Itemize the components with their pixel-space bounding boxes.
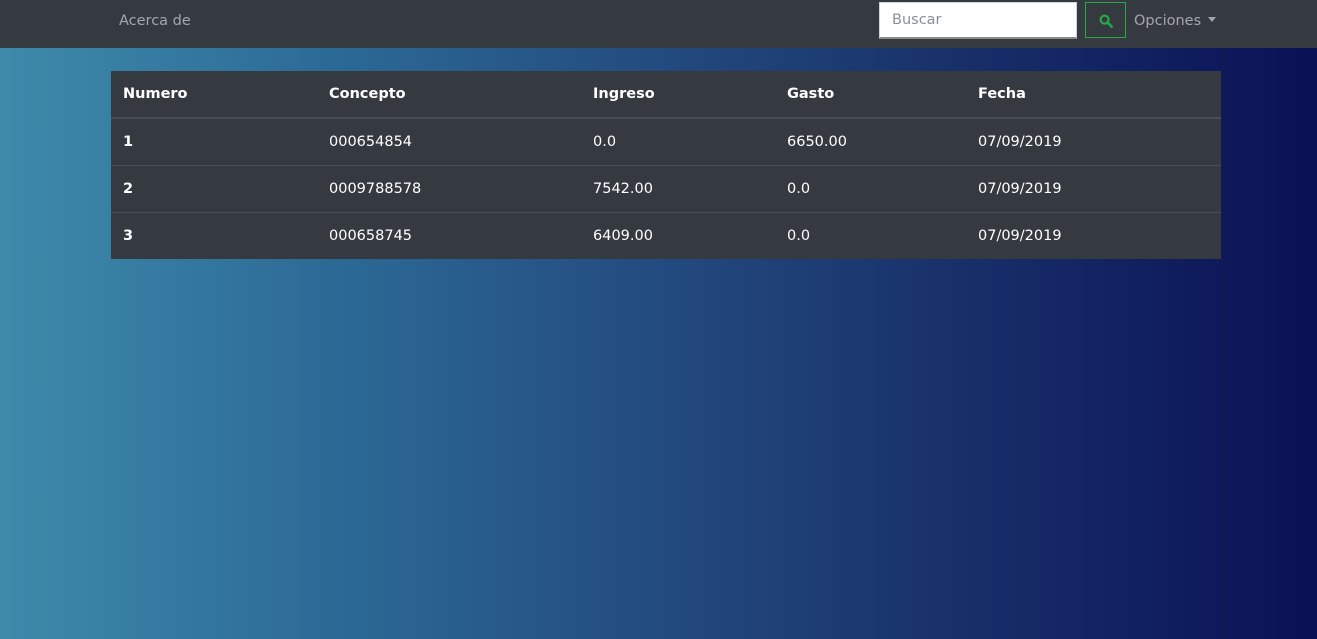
- cell-concepto: 000654854: [329, 133, 413, 150]
- search-input[interactable]: [879, 2, 1077, 39]
- search-icon: [1099, 14, 1113, 28]
- cell-fecha: 07/09/2019: [966, 211, 1221, 259]
- cell-ingreso: 6409.00: [581, 211, 775, 259]
- table-row: 3 000658745 6409.00 0.0 07/09/2019: [111, 211, 1221, 259]
- options-label: Opciones: [1134, 13, 1202, 29]
- header-fecha: Fecha: [966, 71, 1221, 119]
- nav-link-about[interactable]: Acerca de: [119, 13, 191, 29]
- cell-numero: 2: [111, 164, 317, 212]
- cell-numero: 1: [123, 133, 134, 150]
- cell-numero: 3: [111, 211, 317, 259]
- cell-gasto: 0.0: [775, 211, 966, 259]
- cell-concepto: 0009788578: [317, 164, 581, 212]
- header-concepto: Concepto: [317, 71, 581, 119]
- transactions-table: Numero Concepto Ingreso Gasto Fecha 1 00…: [111, 71, 1221, 259]
- cell-ingreso: 7542.00: [581, 164, 775, 212]
- header-gasto: Gasto: [775, 71, 966, 119]
- cell-ingreso: 0.0: [593, 133, 617, 150]
- cell-concepto: 000658745: [317, 211, 581, 259]
- header-ingreso: Ingreso: [581, 71, 775, 119]
- table-row: 1 000654854 0.0 6650.00 07/09/2019: [111, 118, 1221, 165]
- table-body: 1 000654854 0.0 6650.00 07/09/2019 2 000…: [111, 118, 1221, 259]
- caret-down-icon: [1208, 17, 1217, 22]
- table-row: 2 0009788578 7542.00 0.0 07/09/2019: [111, 164, 1221, 212]
- navbar: Acerca de Opciones: [0, 0, 1317, 48]
- options-dropdown[interactable]: Opciones: [1134, 13, 1217, 29]
- cell-gasto: 6650.00: [787, 133, 847, 150]
- table-header: Numero Concepto Ingreso Gasto Fecha: [111, 71, 1221, 119]
- cell-gasto: 0.0: [775, 164, 966, 212]
- cell-fecha: 07/09/2019: [966, 164, 1221, 212]
- cell-fecha: 07/09/2019: [978, 133, 1062, 150]
- search-button[interactable]: [1085, 2, 1126, 38]
- header-numero: Numero: [111, 71, 317, 119]
- table-header-row: Numero Concepto Ingreso Gasto Fecha: [111, 71, 1221, 119]
